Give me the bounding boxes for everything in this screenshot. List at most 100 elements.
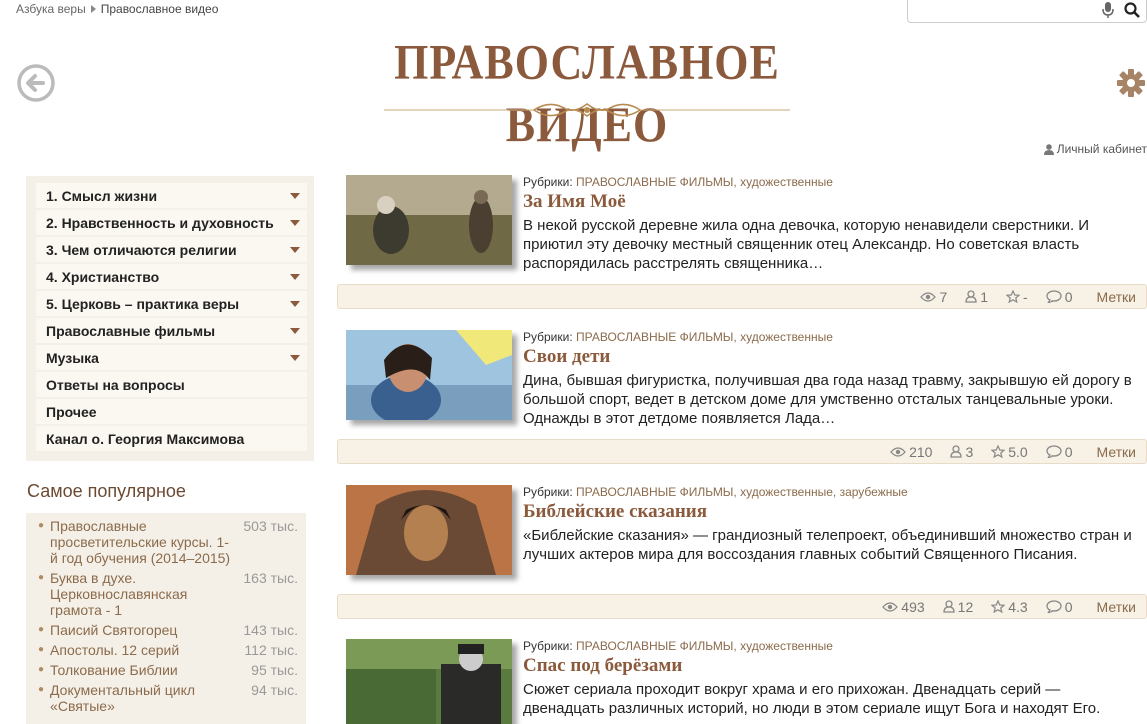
comments-icon (1046, 445, 1062, 458)
popular-item-link[interactable]: ● Буква в духе. Церковнославянская грамот… (38, 570, 233, 618)
popular-item[interactable]: ● Паисий Святогорец 143 тыс. (38, 622, 298, 638)
video-stats-bar: 210 3 5.0 0 Метки (337, 439, 1147, 464)
tags-link[interactable]: Метки (1097, 444, 1137, 460)
chevron-down-icon[interactable] (290, 192, 300, 199)
popular-item-label: Толкование Библии (50, 662, 178, 678)
popular-item[interactable]: ● Документальный цикл «Святые» 94 тыс. (38, 682, 298, 714)
users-count: 1 (980, 288, 989, 305)
sidebar-item-9[interactable]: Прочее (36, 399, 307, 426)
bullet-icon: ● (38, 572, 45, 583)
rubric-prefix: Рубрики: (523, 639, 573, 653)
user-icon (965, 290, 977, 303)
breadcrumb-link-azbuka[interactable]: Азбука веры (16, 2, 86, 16)
views-count: 210 (909, 443, 933, 460)
sidebar-item-4[interactable]: 4. Христианство (36, 264, 307, 291)
rating-stat[interactable]: 5.0 (991, 444, 1028, 460)
popular-item-link[interactable]: ● Православные просветительские курсы. 1-… (38, 518, 233, 566)
tags-link[interactable]: Метки (1097, 289, 1137, 305)
sidebar-item-1[interactable]: 1. Смысл жизни (36, 183, 307, 210)
popular-item[interactable]: ● Апостолы. 12 серий 112 тыс. (38, 642, 298, 658)
sidebar-item-label: Прочее (46, 403, 97, 420)
site-logo[interactable]: ПРАВОСЛАВНОЕ ВИДЕО (384, 35, 790, 152)
search-input[interactable] (914, 1, 1094, 19)
breadcrumb-current: Православное видео (100, 2, 219, 16)
users-count: 3 (965, 443, 974, 460)
gear-icon[interactable] (1116, 67, 1146, 99)
sidebar-item-10[interactable]: Канал о. Георгия Максимова (36, 426, 307, 453)
popular-item-link[interactable]: ● Документальный цикл «Святые» (38, 682, 233, 714)
sidebar-item-3[interactable]: 3. Чем отличаются религии (36, 237, 307, 264)
comments-icon (1046, 290, 1062, 303)
rubric-links[interactable]: ПРАВОСЛАВНЫЕ ФИЛЬМЫ, художественные (576, 639, 833, 653)
chevron-down-icon[interactable] (290, 327, 300, 334)
video-title[interactable]: За Имя Моё (523, 190, 1143, 214)
user-icon (943, 600, 955, 613)
video-thumbnail[interactable] (346, 485, 512, 575)
breadcrumb: Азбука веры Православное видео (16, 2, 218, 16)
tags-link[interactable]: Метки (1097, 599, 1137, 615)
popular-item-link[interactable]: ● Апостолы. 12 серий (38, 642, 233, 658)
rubric-links[interactable]: ПРАВОСЛАВНЫЕ ФИЛЬМЫ, художественные, зар… (576, 485, 908, 499)
microphone-icon[interactable] (1100, 1, 1116, 19)
chevron-down-icon[interactable] (290, 273, 300, 280)
video-stats-bar: 493 12 4.3 0 Метки (337, 594, 1147, 619)
video-card-body: Рубрики: ПРАВОСЛАВНЫЕ ФИЛЬМЫ, художестве… (523, 330, 1143, 428)
sidebar-item-label: 5. Церковь – практика веры (46, 295, 240, 312)
popular-item-count: 163 тыс. (243, 570, 298, 586)
comments-stat[interactable]: 0 (1046, 289, 1073, 305)
sidebar-item-7[interactable]: Музыка (36, 345, 307, 372)
video-title[interactable]: Свои дети (523, 345, 1143, 369)
video-stats-bar: 7 1 - 0 Метки (337, 284, 1147, 309)
bullet-icon: ● (38, 520, 45, 531)
comments-count: 0 (1064, 598, 1073, 615)
back-arrow-icon[interactable] (16, 63, 56, 103)
rubric-links[interactable]: ПРАВОСЛАВНЫЕ ФИЛЬМЫ, художественные (576, 175, 833, 189)
sidebar-item-6[interactable]: Православные фильмы (36, 318, 307, 345)
personal-cabinet-link[interactable]: Личный кабинет (1043, 142, 1147, 156)
breadcrumb-separator-icon (90, 5, 96, 13)
views-count: 493 (901, 598, 925, 615)
users-stat: 3 (950, 444, 973, 460)
video-card-body: Рубрики: ПРАВОСЛАВНЫЕ ФИЛЬМЫ, художестве… (523, 175, 1143, 273)
bullet-icon: ● (38, 664, 45, 675)
sidebar-item-8[interactable]: Ответы на вопросы (36, 372, 307, 399)
rubric-line: Рубрики: ПРАВОСЛАВНЫЕ ФИЛЬМЫ, художестве… (523, 330, 1143, 344)
comments-stat[interactable]: 0 (1046, 599, 1073, 615)
sidebar-item-2[interactable]: 2. Нравственность и духовность (36, 210, 307, 237)
logo-ornament-icon (384, 102, 790, 118)
chevron-down-icon[interactable] (290, 246, 300, 253)
rubric-line: Рубрики: ПРАВОСЛАВНЫЕ ФИЛЬМЫ, художестве… (523, 639, 1143, 653)
search-icon[interactable] (1124, 1, 1140, 19)
rating-value: - (1023, 288, 1028, 305)
personal-cabinet-label: Личный кабинет (1056, 142, 1147, 156)
video-description: Дина, бывшая фигуристка, получившая два … (523, 372, 1132, 427)
video-thumbnail[interactable] (346, 330, 512, 420)
comments-stat[interactable]: 0 (1046, 444, 1073, 460)
chevron-down-icon[interactable] (290, 300, 300, 307)
popular-item[interactable]: ● Буква в духе. Церковнославянская грамот… (38, 570, 298, 618)
chevron-down-icon[interactable] (290, 219, 300, 226)
rubric-links[interactable]: ПРАВОСЛАВНЫЕ ФИЛЬМЫ, художественные (576, 330, 833, 344)
popular-item-label: Апостолы. 12 серий (50, 642, 180, 658)
video-title[interactable]: Спас под берёзами (523, 654, 1143, 678)
popular-item[interactable]: ● Православные просветительские курсы. 1-… (38, 518, 298, 566)
popular-item[interactable]: ● Толкование Библии 95 тыс. (38, 662, 298, 678)
video-thumbnail[interactable] (346, 175, 512, 265)
sidebar-item-label: 3. Чем отличаются религии (46, 241, 237, 258)
sidebar-menu: 1. Смысл жизни 2. Нравственность и духовн… (26, 176, 314, 461)
sidebar-item-5[interactable]: 5. Церковь – практика веры (36, 291, 307, 318)
users-stat: 1 (965, 289, 988, 305)
views-stat: 493 (882, 598, 925, 615)
rating-value: 4.3 (1008, 598, 1028, 615)
popular-item-label: Буква в духе. Церковнославянская грамота… (50, 570, 188, 618)
rating-stat[interactable]: 4.3 (991, 598, 1028, 615)
video-title[interactable]: Библейские сказания (523, 500, 1143, 524)
chevron-down-icon[interactable] (290, 354, 300, 361)
rubric-line: Рубрики: ПРАВОСЛАВНЫЕ ФИЛЬМЫ, художестве… (523, 485, 1143, 499)
user-icon (950, 445, 963, 458)
video-thumbnail[interactable] (346, 639, 512, 724)
popular-item-link[interactable]: ● Толкование Библии (38, 662, 233, 678)
rating-stat[interactable]: - (1006, 289, 1028, 305)
sidebar-item-label: 1. Смысл жизни (46, 187, 158, 204)
popular-item-link[interactable]: ● Паисий Святогорец (38, 622, 233, 638)
